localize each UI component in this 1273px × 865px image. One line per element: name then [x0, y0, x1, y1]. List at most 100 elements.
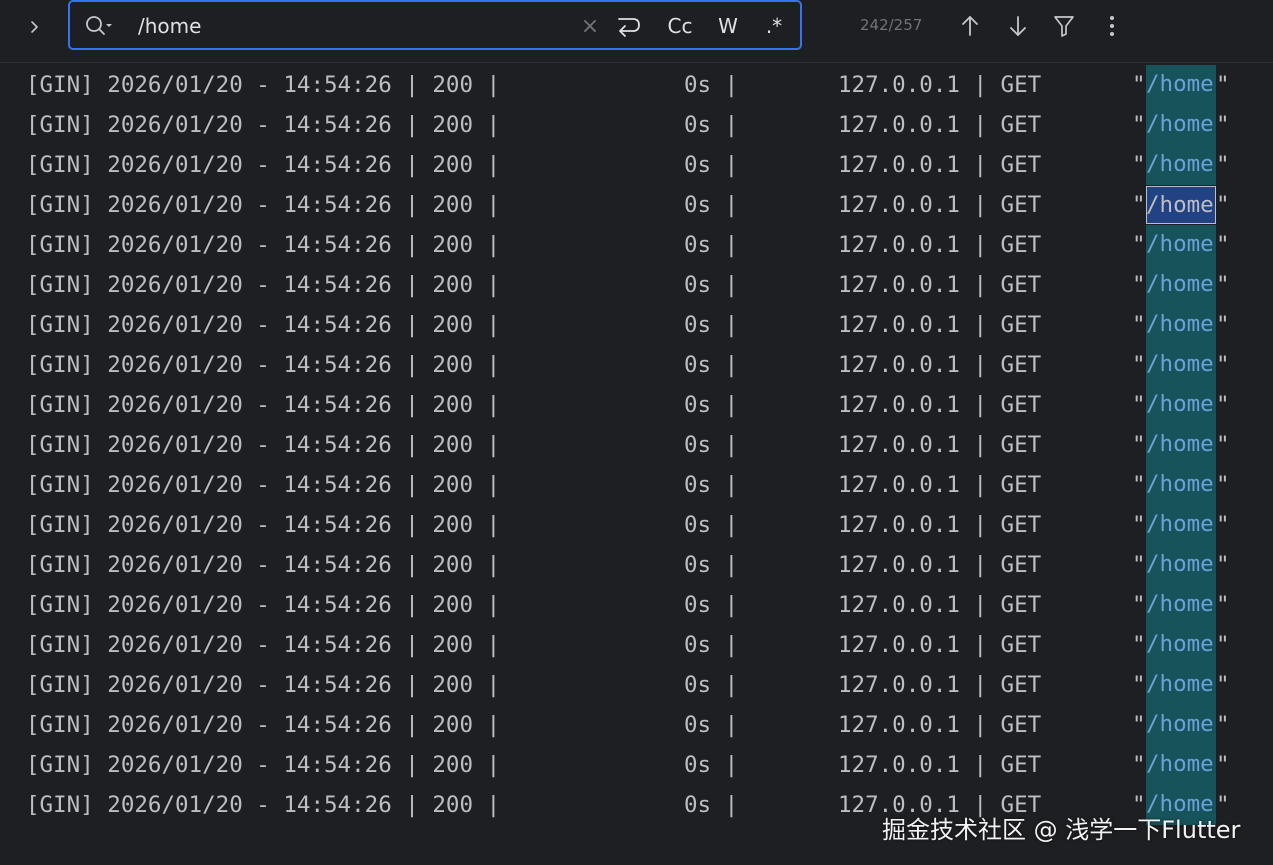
- log-prefix: [GIN] 2026/01/20 - 14:54:26 | 200 |: [26, 552, 501, 578]
- log-prefix: [GIN] 2026/01/20 - 14:54:26 | 200 |: [26, 312, 501, 338]
- log-line: [GIN] 2026/01/20 - 14:54:26 | 200 | 0s | 1…: [26, 65, 1256, 105]
- chevron-right-icon: [31, 21, 38, 33]
- match-count: 242/257: [860, 16, 923, 34]
- log-path: /home: [1146, 591, 1214, 617]
- log-client-ip-method: 127.0.0.1 | GET: [838, 632, 1042, 658]
- whole-words-button[interactable]: W: [714, 12, 742, 40]
- log-line: [GIN] 2026/01/20 - 14:54:26 | 200 | 0s | 1…: [26, 465, 1256, 505]
- log-line: [GIN] 2026/01/20 - 14:54:26 | 200 | 0s | 1…: [26, 305, 1256, 345]
- whole-words-label: W: [718, 14, 738, 38]
- log-quote-close: ": [1216, 712, 1230, 738]
- filter-button[interactable]: [1050, 12, 1078, 40]
- search-match[interactable]: /home: [1146, 385, 1216, 425]
- search-match[interactable]: /home: [1146, 545, 1216, 585]
- clear-search-button[interactable]: ×: [578, 12, 602, 40]
- log-quote-close: ": [1216, 232, 1230, 258]
- soft-wrap-button[interactable]: [614, 12, 644, 40]
- log-duration: 0s |: [684, 352, 739, 378]
- log-client-ip-method: 127.0.0.1 | GET: [838, 552, 1042, 578]
- log-prefix: [GIN] 2026/01/20 - 14:54:26 | 200 |: [26, 472, 501, 498]
- log-prefix: [GIN] 2026/01/20 - 14:54:26 | 200 |: [26, 632, 501, 658]
- search-icon: [86, 16, 112, 35]
- log-line: [GIN] 2026/01/20 - 14:54:26 | 200 | 0s | 1…: [26, 345, 1256, 385]
- log-prefix: [GIN] 2026/01/20 - 14:54:26 | 200 |: [26, 392, 501, 418]
- search-match[interactable]: /home: [1146, 745, 1216, 785]
- log-duration: 0s |: [684, 472, 739, 498]
- search-match[interactable]: /home: [1146, 265, 1216, 305]
- log-duration: 0s |: [684, 192, 739, 218]
- log-path: /home: [1146, 111, 1214, 137]
- log-client-ip-method: 127.0.0.1 | GET: [838, 592, 1042, 618]
- log-path: /home: [1146, 192, 1214, 218]
- log-line: [GIN] 2026/01/20 - 14:54:26 | 200 | 0s | 1…: [26, 265, 1256, 305]
- log-path: /home: [1146, 391, 1214, 417]
- log-duration: 0s |: [684, 792, 739, 818]
- log-quote-open: ": [1132, 232, 1146, 258]
- search-match[interactable]: /home: [1146, 305, 1216, 345]
- log-prefix: [GIN] 2026/01/20 - 14:54:26 | 200 |: [26, 672, 501, 698]
- log-line: [GIN] 2026/01/20 - 14:54:26 | 200 | 0s | 1…: [26, 625, 1256, 665]
- log-prefix: [GIN] 2026/01/20 - 14:54:26 | 200 |: [26, 592, 501, 618]
- log-prefix: [GIN] 2026/01/20 - 14:54:26 | 200 |: [26, 352, 501, 378]
- log-prefix: [GIN] 2026/01/20 - 14:54:26 | 200 |: [26, 512, 501, 538]
- filter-icon: [1054, 16, 1074, 37]
- log-line: [GIN] 2026/01/20 - 14:54:26 | 200 | 0s | 1…: [26, 185, 1256, 225]
- log-duration: 0s |: [684, 392, 739, 418]
- log-client-ip-method: 127.0.0.1 | GET: [838, 512, 1042, 538]
- log-quote-open: ": [1132, 72, 1146, 98]
- log-quote-close: ": [1216, 352, 1230, 378]
- log-quote-close: ": [1216, 632, 1230, 658]
- search-match[interactable]: /home: [1146, 425, 1216, 465]
- close-icon: ×: [580, 13, 600, 39]
- search-match[interactable]: /home: [1146, 505, 1216, 545]
- match-case-button[interactable]: Cc: [664, 12, 696, 40]
- log-path: /home: [1146, 631, 1214, 657]
- log-path: /home: [1146, 671, 1214, 697]
- search-match[interactable]: /home: [1146, 65, 1216, 105]
- search-input[interactable]: [138, 11, 558, 41]
- log-duration: 0s |: [684, 432, 739, 458]
- log-quote-open: ": [1132, 192, 1146, 218]
- search-match[interactable]: /home: [1146, 345, 1216, 385]
- current-search-match[interactable]: /home: [1146, 186, 1216, 224]
- search-match[interactable]: /home: [1146, 225, 1216, 265]
- expand-replace-toggle[interactable]: [22, 14, 48, 40]
- log-path: /home: [1146, 751, 1214, 777]
- next-match-button[interactable]: [1004, 12, 1032, 40]
- search-match[interactable]: /home: [1146, 625, 1216, 665]
- log-client-ip-method: 127.0.0.1 | GET: [838, 232, 1042, 258]
- log-quote-open: ": [1132, 272, 1146, 298]
- search-match[interactable]: /home: [1146, 105, 1216, 145]
- log-quote-close: ": [1216, 472, 1230, 498]
- log-duration: 0s |: [684, 72, 739, 98]
- log-duration: 0s |: [684, 672, 739, 698]
- log-path: /home: [1146, 711, 1214, 737]
- search-match[interactable]: /home: [1146, 465, 1216, 505]
- log-quote-open: ": [1132, 352, 1146, 378]
- log-quote-open: ": [1132, 432, 1146, 458]
- log-duration: 0s |: [684, 152, 739, 178]
- log-output[interactable]: [GIN] 2026/01/20 - 14:54:26 | 200 | 0s | 1…: [0, 63, 1273, 865]
- log-client-ip-method: 127.0.0.1 | GET: [838, 352, 1042, 378]
- log-line: [GIN] 2026/01/20 - 14:54:26 | 200 | 0s | 1…: [26, 745, 1256, 785]
- search-match[interactable]: /home: [1146, 665, 1216, 705]
- log-duration: 0s |: [684, 112, 739, 138]
- search-match[interactable]: /home: [1146, 585, 1216, 625]
- log-duration: 0s |: [684, 512, 739, 538]
- log-line: [GIN] 2026/01/20 - 14:54:26 | 200 | 0s | 1…: [26, 545, 1256, 585]
- log-line: [GIN] 2026/01/20 - 14:54:26 | 200 | 0s | 1…: [26, 425, 1256, 465]
- log-duration: 0s |: [684, 712, 739, 738]
- log-client-ip-method: 127.0.0.1 | GET: [838, 752, 1042, 778]
- search-history-button[interactable]: [84, 14, 116, 38]
- regex-button[interactable]: .*: [760, 12, 788, 40]
- log-prefix: [GIN] 2026/01/20 - 14:54:26 | 200 |: [26, 192, 501, 218]
- previous-match-button[interactable]: [956, 12, 984, 40]
- search-match[interactable]: /home: [1146, 145, 1216, 185]
- log-path: /home: [1146, 271, 1214, 297]
- log-path: /home: [1146, 351, 1214, 377]
- more-options-button[interactable]: [1098, 12, 1126, 40]
- log-quote-open: ": [1132, 712, 1146, 738]
- log-path: /home: [1146, 151, 1214, 177]
- search-match[interactable]: /home: [1146, 705, 1216, 745]
- log-quote-open: ": [1132, 632, 1146, 658]
